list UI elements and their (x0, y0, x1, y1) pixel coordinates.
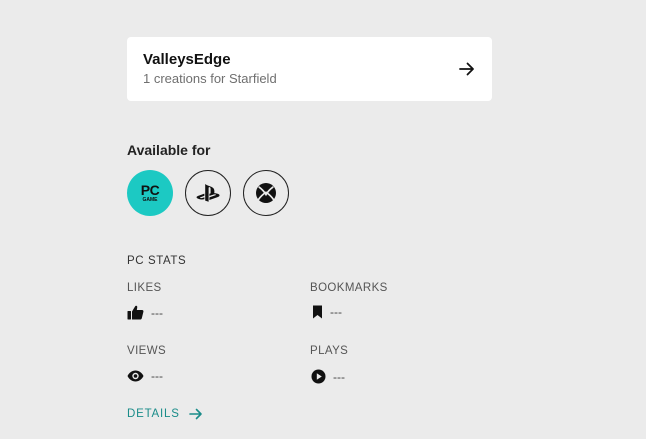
plays-value: --- (333, 369, 345, 384)
pc-stats-heading: PC STATS (127, 255, 187, 267)
plays-stat: --- (311, 369, 345, 384)
likes-label: LIKES (127, 282, 162, 294)
thumbs-up-icon (127, 305, 144, 320)
play-circle-icon (311, 369, 326, 384)
views-stat: --- (127, 369, 163, 383)
plays-label: PLAYS (310, 345, 349, 357)
details-link[interactable]: DETAILS (127, 408, 203, 420)
pc-game-sub: GAME (142, 197, 158, 203)
likes-stat: --- (127, 305, 163, 320)
arrow-right-icon (188, 408, 202, 420)
views-label: VIEWS (127, 345, 167, 357)
bookmark-icon (313, 305, 322, 319)
platform-playstation-button[interactable] (185, 170, 231, 216)
bookmarks-label: BOOKMARKS (310, 282, 388, 294)
platform-xbox-button[interactable] (243, 170, 289, 216)
author-name: ValleysEdge (143, 51, 231, 68)
available-for-heading: Available for (127, 142, 211, 158)
bookmarks-stat: --- (312, 305, 342, 319)
eye-icon (127, 370, 144, 382)
pc-game-icon: PC GAME (140, 182, 160, 203)
playstation-icon (196, 184, 220, 202)
views-value: --- (151, 369, 163, 383)
author-creations-count: 1 creations for Starfield (143, 71, 277, 86)
author-card[interactable]: ValleysEdge 1 creations for Starfield (127, 37, 492, 101)
arrow-right-icon (459, 62, 474, 76)
xbox-icon (256, 183, 276, 203)
platform-pc-button[interactable]: PC GAME (127, 170, 173, 216)
pc-game-main: PC (140, 182, 160, 198)
details-label: DETAILS (127, 408, 180, 420)
likes-value: --- (151, 305, 163, 320)
bookmarks-value: --- (330, 305, 342, 319)
